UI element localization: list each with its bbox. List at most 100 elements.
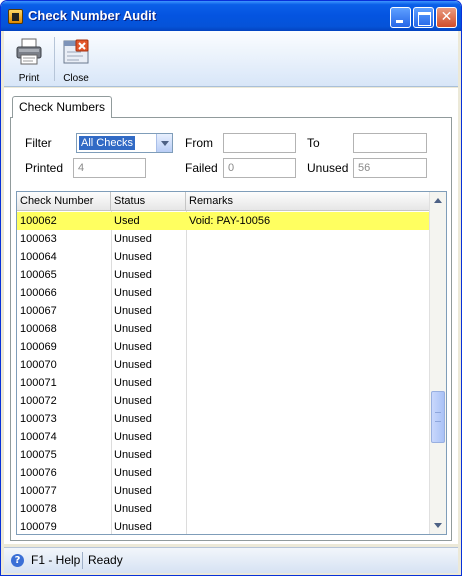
title-bar[interactable]: Check Number Audit ✕ [1, 1, 461, 31]
grid-rows: 100062 Used Void: PAY-10056 100063 Unused 100… [17, 212, 430, 534]
cell-status: Unused [114, 359, 152, 371]
cell-status: Unused [114, 377, 152, 389]
cell-check-number: 100071 [20, 377, 57, 389]
cell-remarks [186, 320, 430, 338]
table-row[interactable]: 100066 Unused [17, 284, 430, 302]
cell-check-number: 100078 [20, 503, 57, 515]
cell-remarks [186, 356, 430, 374]
status-state: Ready [88, 553, 123, 567]
filter-dropdown[interactable]: All Checks [76, 133, 173, 153]
table-row[interactable]: 100067 Unused [17, 302, 430, 320]
cell-check-number: 100064 [20, 251, 57, 263]
table-row[interactable]: 100075 Unused [17, 446, 430, 464]
table-row[interactable]: 100071 Unused [17, 374, 430, 392]
table-row[interactable]: 100078 Unused [17, 500, 430, 518]
cell-remarks [186, 464, 430, 482]
vertical-scrollbar[interactable] [429, 192, 446, 534]
cell-remarks [186, 338, 430, 356]
check-numbers-grid[interactable]: Check Number Status Remarks 100062 Used Vo… [16, 191, 447, 535]
close-icon: ✕ [440, 9, 453, 25]
cell-check-number: 100066 [20, 287, 57, 299]
cell-status: Unused [114, 341, 152, 353]
from-field[interactable] [223, 133, 296, 153]
unused-field: 56 [353, 158, 427, 178]
table-row[interactable]: 100064 Unused [17, 248, 430, 266]
cell-check-number: 100069 [20, 341, 57, 353]
window-title: Check Number Audit [28, 8, 157, 23]
cell-check-number: 100063 [20, 233, 57, 245]
cell-check-number: 100077 [20, 485, 57, 497]
client-area: Check Numbers Filter All Checks From To … [4, 88, 458, 544]
cell-status: Unused [114, 269, 152, 281]
table-row[interactable]: 100079 Unused [17, 518, 430, 534]
table-row[interactable]: 100069 Unused [17, 338, 430, 356]
cell-remarks [186, 230, 430, 248]
cell-status: Used [114, 215, 140, 227]
cell-status: Unused [114, 305, 152, 317]
cell-check-number: 100076 [20, 467, 57, 479]
tab-check-numbers[interactable]: Check Numbers [12, 96, 113, 118]
cell-status: Unused [114, 449, 152, 461]
close-window-button[interactable]: ✕ [436, 7, 457, 28]
printed-field: 4 [73, 158, 146, 178]
column-header-remarks[interactable]: Remarks [186, 192, 430, 211]
to-label: To [307, 136, 320, 150]
printed-label: Printed [25, 161, 64, 175]
cell-remarks [186, 392, 430, 410]
cell-status: Unused [114, 287, 152, 299]
scroll-down-arrow[interactable] [430, 517, 446, 533]
close-button[interactable]: Close [56, 34, 96, 84]
from-label: From [185, 136, 213, 150]
maximize-button[interactable] [413, 7, 434, 28]
cell-status: Unused [114, 323, 152, 335]
print-button[interactable]: Print [9, 34, 49, 84]
cell-status: Unused [114, 485, 152, 497]
toolbar-separator [54, 37, 55, 81]
cell-check-number: 100067 [20, 305, 57, 317]
minimize-button[interactable] [390, 7, 411, 28]
table-row[interactable]: 100062 Used Void: PAY-10056 [17, 212, 430, 230]
scroll-thumb[interactable] [431, 391, 445, 443]
table-row[interactable]: 100076 Unused [17, 464, 430, 482]
failed-label: Failed [185, 161, 218, 175]
table-row[interactable]: 100063 Unused [17, 230, 430, 248]
help-icon: ? [11, 554, 24, 567]
table-row[interactable]: 100073 Unused [17, 410, 430, 428]
cell-status: Unused [114, 431, 152, 443]
toolbar: Print Close [4, 31, 458, 87]
cell-remarks [186, 428, 430, 446]
status-help[interactable]: F1 - Help [31, 553, 80, 567]
cell-status: Unused [114, 467, 152, 479]
table-row[interactable]: 100070 Unused [17, 356, 430, 374]
table-row[interactable]: 100072 Unused [17, 392, 430, 410]
cell-check-number: 100074 [20, 431, 57, 443]
cell-status: Unused [114, 503, 152, 515]
cell-check-number: 100079 [20, 521, 57, 533]
table-row[interactable]: 100068 Unused [17, 320, 430, 338]
app-icon [8, 9, 23, 24]
cell-remarks [186, 446, 430, 464]
cell-remarks: Void: PAY-10056 [189, 215, 271, 227]
chevron-down-icon[interactable] [156, 134, 172, 152]
cell-check-number: 100065 [20, 269, 57, 281]
check-number-audit-window: Check Number Audit ✕ Print Close Check N… [0, 0, 462, 576]
cell-check-number: 100070 [20, 359, 57, 371]
close-document-icon [63, 39, 89, 64]
cell-remarks [186, 374, 430, 392]
table-row[interactable]: 100077 Unused [17, 482, 430, 500]
status-separator [82, 552, 83, 569]
cell-status: Unused [114, 413, 152, 425]
column-header-status[interactable]: Status [111, 192, 186, 211]
table-row[interactable]: 100074 Unused [17, 428, 430, 446]
cell-remarks [186, 266, 430, 284]
print-label: Print [18, 73, 40, 84]
close-label: Close [63, 73, 89, 84]
failed-field: 0 [223, 158, 296, 178]
column-header-check-number[interactable]: Check Number [17, 192, 111, 211]
cell-check-number: 100075 [20, 449, 57, 461]
filter-selected-value: All Checks [78, 135, 136, 151]
to-field[interactable] [353, 133, 427, 153]
table-row[interactable]: 100065 Unused [17, 266, 430, 284]
cell-status: Unused [114, 251, 152, 263]
scroll-up-arrow[interactable] [430, 193, 446, 209]
